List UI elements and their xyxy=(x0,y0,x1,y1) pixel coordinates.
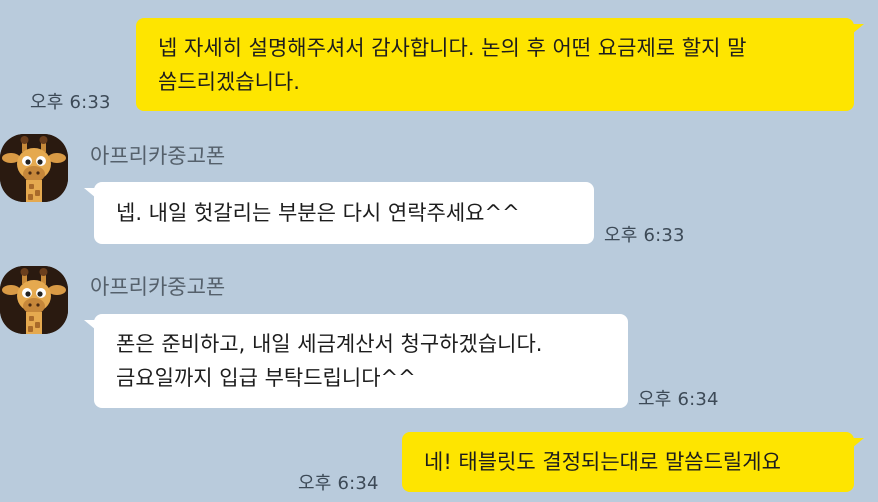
message-text: 넵. 내일 헛갈리는 부분은 다시 연락주세요^^ xyxy=(116,201,520,225)
giraffe-icon xyxy=(0,134,68,202)
message-timestamp: 오후 6:33 xyxy=(30,92,111,113)
message-timestamp: 오후 6:34 xyxy=(638,389,719,410)
sender-name: 아프리카중고폰 xyxy=(90,144,226,168)
avatar[interactable] xyxy=(0,266,68,334)
message-text: 폰은 준비하고, 내일 세금계산서 청구하겠습니다. xyxy=(116,332,543,356)
message-text: 금요일까지 입급 부탁드립니다^^ xyxy=(116,366,416,390)
message-bubble[interactable]: 네! 태블릿도 결정되는대로 말씀드릴게요 xyxy=(402,432,854,492)
message-text: 넵 자세히 설명해주셔서 감사합니다. 논의 후 어떤 요금제로 할지 말 xyxy=(158,35,747,60)
message-text: 네! 태블릿도 결정되는대로 말씀드릴게요 xyxy=(424,450,781,474)
sender-name: 아프리카중고폰 xyxy=(90,275,226,299)
message-bubble[interactable]: 폰은 준비하고, 내일 세금계산서 청구하겠습니다. 금요일까지 입급 부탁드립… xyxy=(94,314,628,408)
message-timestamp: 오후 6:34 xyxy=(298,473,379,494)
message-timestamp: 오후 6:33 xyxy=(604,225,685,246)
message-bubble[interactable]: 넵 자세히 설명해주셔서 감사합니다. 논의 후 어떤 요금제로 할지 말 씀드… xyxy=(136,18,854,111)
avatar[interactable] xyxy=(0,134,68,202)
message-bubble[interactable]: 넵. 내일 헛갈리는 부분은 다시 연락주세요^^ xyxy=(94,182,594,244)
message-text: 씀드리겠습니다. xyxy=(158,69,300,94)
giraffe-icon xyxy=(0,266,68,334)
